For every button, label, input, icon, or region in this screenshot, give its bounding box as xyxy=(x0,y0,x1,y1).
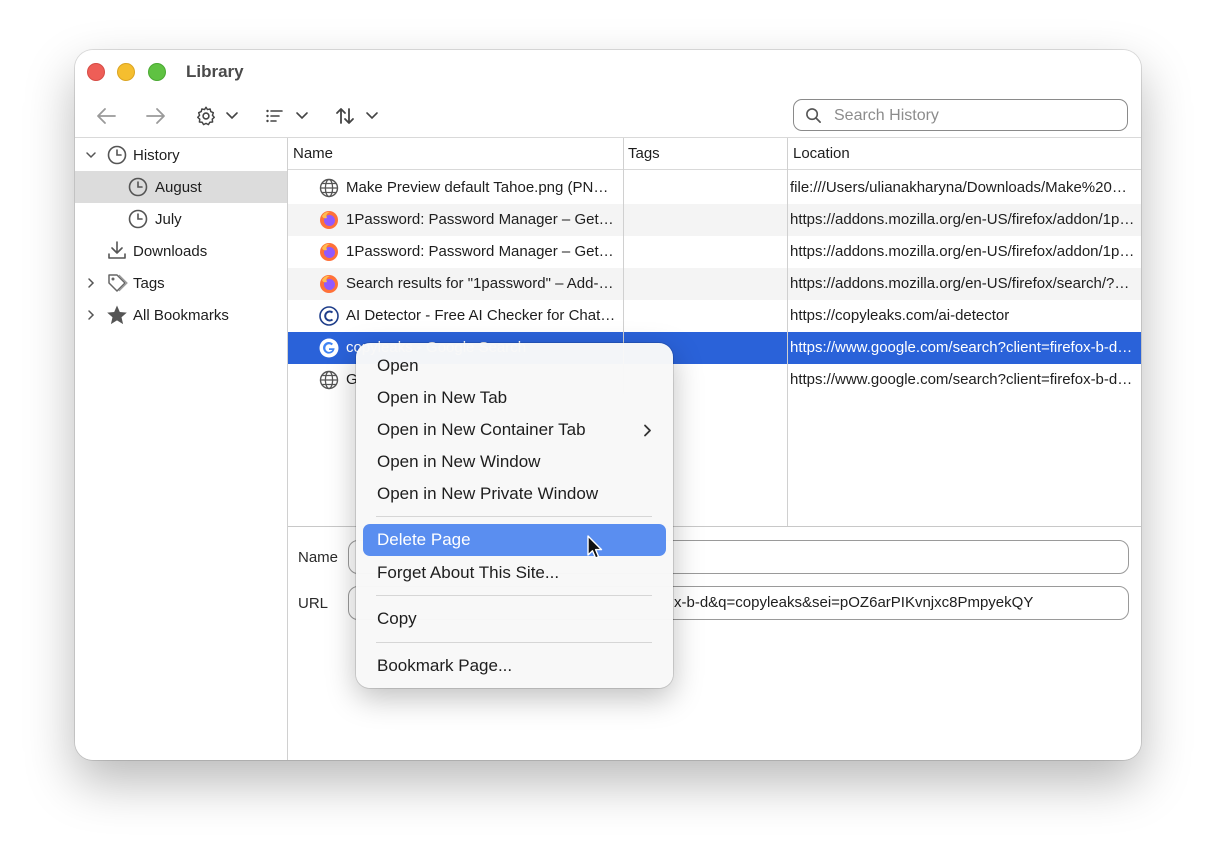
sidebar-item-tags[interactable]: Tags xyxy=(75,267,287,299)
sidebar: History August July Downloads Tags All B… xyxy=(75,138,288,760)
search-icon xyxy=(806,108,821,123)
sidebar-item-label: All Bookmarks xyxy=(133,306,229,324)
menu-item-open-new-tab[interactable]: Open in New Tab xyxy=(363,382,666,414)
menu-item-label: Open in New Private Window xyxy=(377,484,599,503)
row-location: https://addons.mozilla.org/en-US/firefox… xyxy=(790,243,1136,260)
firefox-icon xyxy=(320,275,338,293)
minimize-button[interactable] xyxy=(117,63,135,81)
clock-icon xyxy=(107,145,127,165)
google-icon xyxy=(319,338,339,358)
arrow-right-icon xyxy=(146,108,165,124)
globe-icon xyxy=(319,178,339,198)
row-name: AI Detector - Free AI Checker for ChatGP… xyxy=(346,307,616,324)
table-row[interactable]: 1Password: Password Manager – Get this E… xyxy=(288,236,1141,268)
menu-item-label: Delete Page xyxy=(377,530,471,549)
chevron-right-icon[interactable] xyxy=(85,309,97,321)
menu-item-open[interactable]: Open xyxy=(363,350,666,382)
sidebar-item-label: July xyxy=(155,210,182,228)
search-history-field[interactable] xyxy=(793,99,1128,131)
chevron-right-icon[interactable] xyxy=(85,277,97,289)
list-icon xyxy=(266,109,283,123)
column-header-location[interactable]: Location xyxy=(787,138,1141,170)
sidebar-item-label: Downloads xyxy=(133,242,208,260)
firefox-icon xyxy=(320,211,338,229)
chevron-down-icon xyxy=(226,112,238,120)
menu-item-delete-page[interactable]: Delete Page xyxy=(363,524,666,556)
menu-item-label: Open xyxy=(377,356,419,375)
menu-separator xyxy=(376,642,652,643)
views-menu-button[interactable] xyxy=(265,104,309,128)
close-button[interactable] xyxy=(87,63,105,81)
menu-item-open-private-window[interactable]: Open in New Private Window xyxy=(363,478,666,510)
chevron-down-icon[interactable] xyxy=(85,149,97,161)
search-input[interactable] xyxy=(832,105,1116,127)
column-header-tags[interactable]: Tags xyxy=(623,138,787,170)
globe-icon xyxy=(319,370,339,390)
name-label: Name xyxy=(298,549,339,566)
menu-item-open-new-window[interactable]: Open in New Window xyxy=(363,446,666,478)
row-name: 1Password: Password Manager – Get this E… xyxy=(346,211,616,228)
sidebar-item-label: Tags xyxy=(133,274,165,292)
download-icon xyxy=(108,241,126,259)
sidebar-item-august[interactable]: August xyxy=(75,171,287,203)
row-name: Search results for "1password" – Add-ons… xyxy=(346,275,616,292)
context-menu: Open Open in New Tab Open in New Contain… xyxy=(356,343,673,688)
firefox-icon xyxy=(320,243,338,261)
back-button[interactable] xyxy=(95,104,117,128)
star-icon xyxy=(107,305,127,325)
copyleaks-icon xyxy=(319,306,339,326)
menu-item-forget-site[interactable]: Forget About This Site... xyxy=(363,557,666,589)
sidebar-item-label: History xyxy=(133,146,180,164)
sidebar-item-history[interactable]: History xyxy=(75,139,287,171)
row-location: https://copyleaks.com/ai-detector xyxy=(790,307,1010,324)
menu-item-label: Open in New Window xyxy=(377,452,541,471)
sidebar-item-label: August xyxy=(155,178,202,196)
organize-menu-button[interactable] xyxy=(195,104,239,128)
url-label: URL xyxy=(298,595,329,612)
menu-item-label: Bookmark Page... xyxy=(377,656,513,675)
table-row[interactable]: Search results for "1password" – Add-ons… xyxy=(288,268,1141,300)
menu-item-label: Copy xyxy=(377,609,417,628)
row-location: https://addons.mozilla.org/en-US/firefox… xyxy=(790,275,1136,292)
menu-item-label: Forget About This Site... xyxy=(377,563,560,582)
gear-icon xyxy=(197,106,215,126)
table-row[interactable]: AI Detector - Free AI Checker for ChatGP… xyxy=(288,300,1141,332)
menu-item-label: Open in New Container Tab xyxy=(377,420,586,439)
clock-icon xyxy=(128,209,148,229)
forward-button[interactable] xyxy=(145,104,167,128)
window-title: Library xyxy=(186,62,244,81)
column-header-name[interactable]: Name xyxy=(288,138,623,170)
row-name: Make Preview default Tahoe.png (PNG Imag… xyxy=(346,179,616,196)
tag-icon xyxy=(108,274,128,292)
row-name: 1Password: Password Manager – Get this E… xyxy=(346,243,616,260)
sidebar-item-july[interactable]: July xyxy=(75,203,287,235)
row-location: file:///Users/ulianakharyna/Downloads/Ma… xyxy=(790,179,1136,196)
sort-menu-button[interactable] xyxy=(335,104,379,128)
arrow-left-icon xyxy=(97,108,116,124)
menu-item-bookmark-page[interactable]: Bookmark Page... xyxy=(363,650,666,682)
maximize-button[interactable] xyxy=(148,63,166,81)
mouse-pointer-icon xyxy=(587,535,603,559)
chevron-down-icon xyxy=(296,112,308,120)
title-bar: Library xyxy=(75,50,1141,138)
sort-arrows-icon xyxy=(336,108,354,124)
menu-item-label: Open in New Tab xyxy=(377,388,508,407)
chevron-right-icon xyxy=(644,424,651,437)
row-location: https://addons.mozilla.org/en-US/firefox… xyxy=(790,211,1136,228)
table-row[interactable]: Make Preview default Tahoe.png (PNG Imag… xyxy=(288,172,1141,204)
row-location: https://www.google.com/search?client=fir… xyxy=(790,371,1136,388)
menu-item-copy[interactable]: Copy xyxy=(363,603,666,635)
table-row[interactable]: 1Password: Password Manager – Get this E… xyxy=(288,204,1141,236)
sidebar-item-all-bookmarks[interactable]: All Bookmarks xyxy=(75,299,287,331)
clock-icon xyxy=(128,177,148,197)
chevron-down-icon xyxy=(366,112,378,120)
column-divider[interactable] xyxy=(787,138,788,526)
row-location: https://www.google.com/search?client=fir… xyxy=(790,339,1136,356)
menu-separator xyxy=(376,595,652,596)
sidebar-item-downloads[interactable]: Downloads xyxy=(75,235,287,267)
menu-item-open-container-tab[interactable]: Open in New Container Tab xyxy=(363,414,666,446)
menu-separator xyxy=(376,516,652,517)
